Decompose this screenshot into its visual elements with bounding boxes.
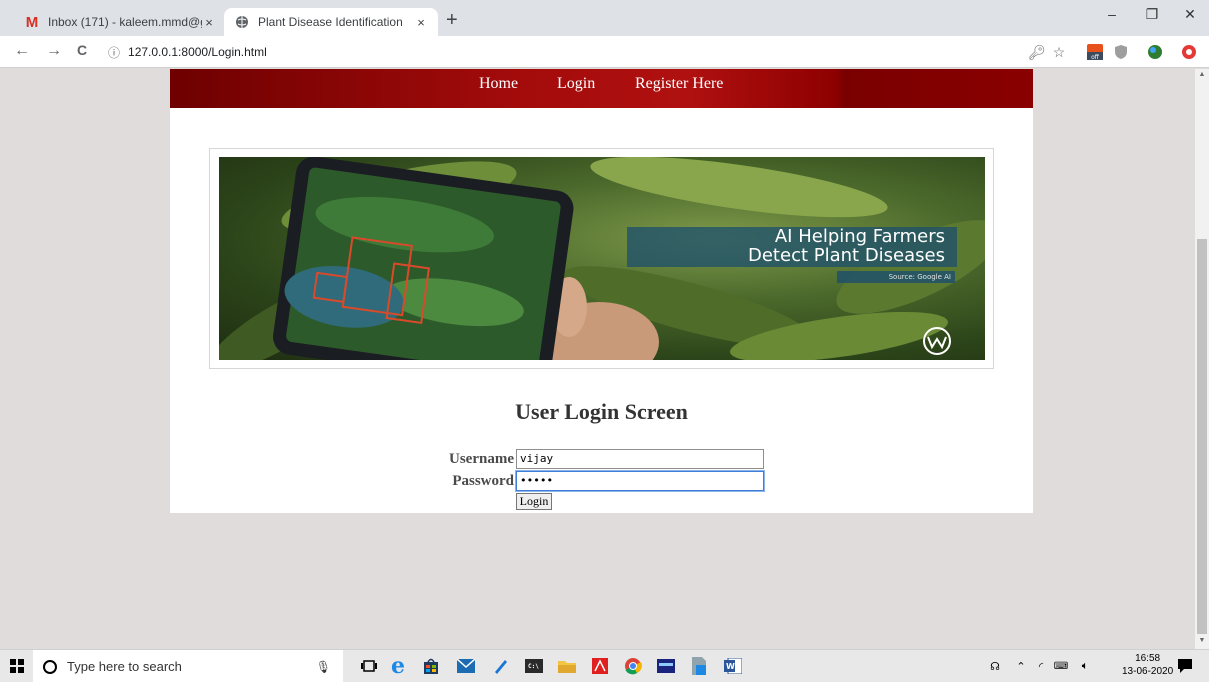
document-app-icon[interactable] xyxy=(688,656,710,676)
search-circle-icon xyxy=(43,659,57,674)
app-window-icon[interactable] xyxy=(655,656,677,676)
username-label: Username xyxy=(449,451,514,467)
login-button[interactable]: Login xyxy=(516,493,552,510)
info-icon[interactable]: ⓘ xyxy=(108,44,120,61)
tab-title: Inbox (171) - kaleem.mmd@gmai xyxy=(48,15,202,29)
windows-start-icon[interactable] xyxy=(6,656,28,676)
shield-icon[interactable] xyxy=(1112,43,1130,61)
banner-image: AI Helping Farmers Detect Plant Diseases… xyxy=(219,157,985,360)
window-close-button[interactable]: ✕ xyxy=(1175,6,1205,23)
close-tab-icon[interactable]: × xyxy=(414,15,428,30)
mail-icon[interactable] xyxy=(455,656,477,676)
banner-headline: AI Helping Farmers Detect Plant Diseases xyxy=(627,227,957,265)
username-input[interactable]: vijay xyxy=(516,449,764,469)
address-bar[interactable]: ⓘ 127.0.0.1:8000/Login.html xyxy=(108,41,1008,63)
banner-headline-line2: Detect Plant Diseases xyxy=(748,245,945,266)
restore-button[interactable]: ❐ xyxy=(1137,6,1167,23)
volume-icon[interactable]: 🔈︎ xyxy=(1074,656,1096,676)
nav-login-link[interactable]: Login xyxy=(557,75,595,93)
scroll-thumb[interactable] xyxy=(1197,239,1207,634)
forward-button[interactable]: → xyxy=(44,42,64,60)
page-title: User Login Screen xyxy=(515,399,688,424)
svg-text:W: W xyxy=(726,662,735,671)
word-icon[interactable]: W xyxy=(722,656,744,676)
browser-tab-strip: M Inbox (171) - kaleem.mmd@gmai × Plant … xyxy=(0,0,1209,36)
chevron-up-icon[interactable]: ⌃ xyxy=(1010,656,1032,676)
terminal-icon[interactable]: C:\ xyxy=(523,656,545,676)
page-container: Home Login Register Here AI Helping Farm… xyxy=(170,69,1033,513)
nav-register-link[interactable]: Register Here xyxy=(635,75,723,93)
star-icon[interactable]: ☆ xyxy=(1050,43,1068,61)
tab-inbox[interactable]: M Inbox (171) - kaleem.mmd@gmai × xyxy=(14,8,226,36)
banner-frame: AI Helping Farmers Detect Plant Diseases… xyxy=(209,148,994,369)
page-scrollbar[interactable]: ▲ ▼ xyxy=(1195,69,1209,649)
back-button[interactable]: ← xyxy=(12,42,32,60)
extension-off-icon[interactable]: off xyxy=(1086,43,1104,61)
page-viewport: Home Login Register Here AI Helping Farm… xyxy=(0,69,1209,649)
close-tab-icon[interactable]: × xyxy=(202,15,216,30)
banner-headline-line1: AI Helping Farmers xyxy=(774,226,945,247)
pen-app-icon[interactable] xyxy=(490,656,512,676)
minimize-button[interactable]: – xyxy=(1097,6,1127,22)
tab-plant-disease[interactable]: Plant Disease Identification × xyxy=(224,8,438,36)
browser-toolbar: ← → C ⓘ 127.0.0.1:8000/Login.html 🔑︎ ☆ o… xyxy=(0,36,1209,68)
people-icon[interactable]: ☊ xyxy=(984,656,1006,676)
password-input[interactable]: ••••• xyxy=(516,471,764,491)
acrobat-icon[interactable] xyxy=(589,656,611,676)
new-tab-button[interactable]: + xyxy=(446,10,458,30)
wifi-icon[interactable]: ◜ xyxy=(1030,656,1052,676)
task-view-icon[interactable] xyxy=(358,656,380,676)
svg-text:C:\: C:\ xyxy=(528,663,539,670)
scroll-up-icon[interactable]: ▲ xyxy=(1195,71,1209,78)
globe-icon xyxy=(234,14,250,30)
chrome-icon[interactable] xyxy=(622,656,644,676)
key-icon[interactable]: 🔑︎ xyxy=(1028,43,1046,61)
notifications-icon[interactable] xyxy=(1174,656,1196,676)
url-text[interactable]: 127.0.0.1:8000/Login.html xyxy=(128,45,267,59)
tab-title: Plant Disease Identification xyxy=(258,15,403,29)
site-nav: Home Login Register Here xyxy=(170,69,1033,108)
svg-text:off: off xyxy=(1091,54,1100,61)
gmail-icon: M xyxy=(25,13,39,31)
taskbar-clock[interactable]: 16:58 13-06-2020 xyxy=(1122,652,1173,678)
password-label: Password xyxy=(452,473,514,489)
clock-time: 16:58 xyxy=(1135,653,1161,664)
scroll-down-icon[interactable]: ▼ xyxy=(1195,637,1209,644)
opera-icon[interactable] xyxy=(1180,43,1198,61)
reload-button[interactable]: C xyxy=(72,42,92,58)
banner-source: Source: Google AI xyxy=(888,273,951,281)
file-explorer-icon[interactable] xyxy=(556,656,578,676)
edge-icon[interactable]: e xyxy=(387,653,409,679)
clock-date: 13-06-2020 xyxy=(1122,666,1174,677)
puzzle-icon[interactable] xyxy=(1146,43,1164,61)
keyboard-language-icon[interactable]: ⌨ xyxy=(1050,656,1072,676)
windows-taskbar: Type here to search 🎙︎ e C:\ W ☊ ⌃ ◜ ⌨ 🔈… xyxy=(0,649,1209,682)
taskbar-search-box[interactable]: Type here to search 🎙︎ xyxy=(33,650,343,682)
store-icon[interactable] xyxy=(420,656,442,676)
search-placeholder: Type here to search xyxy=(67,659,182,674)
microphone-icon[interactable]: 🎙︎ xyxy=(316,660,331,674)
nav-home-link[interactable]: Home xyxy=(479,75,518,93)
